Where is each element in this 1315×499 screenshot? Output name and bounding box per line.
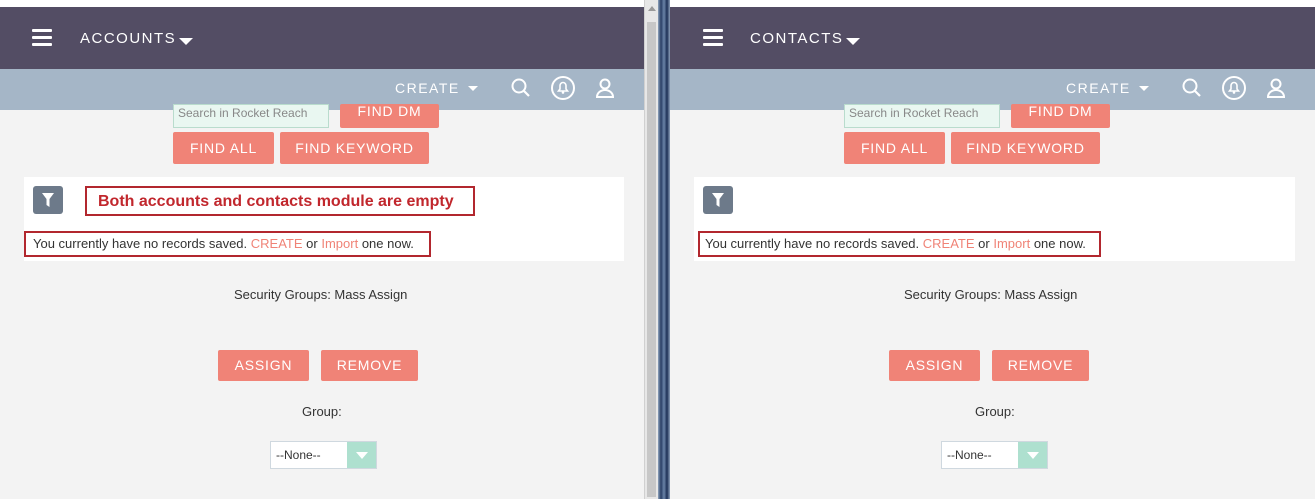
group-select-value: --None-- [276,448,321,462]
assign-label: ASSIGN [234,357,293,373]
chevron-down-icon [347,442,376,468]
notification-bell-icon[interactable] [549,74,577,102]
remove-button[interactable]: REMOVE [321,350,418,381]
find-all-button[interactable]: FIND ALL [173,132,274,164]
rocket-reach-search-input[interactable]: Search in Rocket Reach [844,104,1000,128]
create-label: CREATE [395,80,460,96]
caret-down-icon [846,38,861,45]
no-records-suffix: one now. [361,236,414,251]
hamburger-icon[interactable] [703,29,723,46]
find-dm-label: FIND DM [1028,103,1093,119]
notification-bell-icon[interactable] [1220,74,1248,102]
contacts-pane: CONTACTS CREATE Search in Rocket Reach F… [670,0,1315,499]
create-link[interactable]: CREATE [923,236,975,251]
no-records-or: or [306,236,318,251]
assign-button[interactable]: ASSIGN [889,350,980,381]
rocket-reach-search-input[interactable]: Search in Rocket Reach [173,104,329,128]
find-all-label: FIND ALL [189,140,258,156]
filter-button[interactable] [703,186,733,214]
remove-button[interactable]: REMOVE [992,350,1089,381]
module-menu[interactable]: ACCOUNTS [80,30,194,47]
find-keyword-label: FIND KEYWORD [295,140,414,156]
module-title: CONTACTS [750,30,844,47]
search-icon[interactable] [1181,77,1203,99]
assign-button[interactable]: ASSIGN [218,350,309,381]
find-all-label: FIND ALL [860,140,929,156]
caret-down-icon [1138,86,1149,91]
list-view-content: Search in Rocket Reach FIND DM FIND ALL … [0,104,644,499]
create-menu[interactable]: CREATE [395,80,478,96]
chevron-down-icon [1018,442,1047,468]
group-label: Group: [975,404,1015,419]
top-navigation-bar: CONTACTS [670,7,1315,69]
create-menu[interactable]: CREATE [1066,80,1149,96]
find-all-button[interactable]: FIND ALL [844,132,945,164]
create-label: CREATE [1066,80,1131,96]
rocket-reach-placeholder: Search in Rocket Reach [849,106,979,120]
find-keyword-button[interactable]: FIND KEYWORD [280,132,429,164]
find-dm-button[interactable]: FIND DM [1011,104,1110,128]
caret-down-icon [467,86,478,91]
create-link[interactable]: CREATE [251,236,303,251]
no-records-message: You currently have no records saved. CRE… [33,236,414,251]
window-top-strip [0,0,644,7]
assign-label: ASSIGN [905,357,964,373]
user-icon[interactable] [1265,77,1287,99]
security-groups-title: Security Groups: Mass Assign [904,287,1078,302]
vertical-scrollbar[interactable] [644,0,659,499]
accounts-pane: ACCOUNTS CREATE Search in Rocket Reach F… [0,0,644,499]
caret-down-icon [179,38,194,45]
import-link[interactable]: Import [321,236,358,251]
scrollbar-thumb[interactable] [647,22,656,497]
security-groups-title: Security Groups: Mass Assign [234,287,408,302]
no-records-prefix: You currently have no records saved. [33,236,248,251]
filter-button[interactable] [33,186,63,214]
list-card: Both accounts and contacts module are em… [24,177,624,261]
group-select[interactable]: --None-- [941,441,1048,469]
list-view-content: Search in Rocket Reach FIND DM FIND ALL … [670,104,1315,499]
scroll-up-icon[interactable] [648,6,656,11]
module-menu[interactable]: CONTACTS [750,30,861,47]
user-icon[interactable] [594,77,616,99]
hamburger-icon[interactable] [32,29,52,46]
no-records-suffix: one now. [1033,236,1086,251]
group-select[interactable]: --None-- [270,441,377,469]
no-records-prefix: You currently have no records saved. [705,236,920,251]
find-keyword-label: FIND KEYWORD [966,140,1085,156]
annotation-text: Both accounts and contacts module are em… [98,193,454,210]
module-title: ACCOUNTS [80,30,177,47]
find-dm-button[interactable]: FIND DM [340,104,439,128]
filter-icon [712,193,724,207]
group-select-value: --None-- [947,448,992,462]
group-label: Group: [302,404,342,419]
no-records-message: You currently have no records saved. CRE… [705,236,1086,251]
window-top-strip [670,0,1315,7]
remove-label: REMOVE [1007,357,1074,373]
find-keyword-button[interactable]: FIND KEYWORD [951,132,1100,164]
remove-label: REMOVE [336,357,403,373]
top-navigation-bar: ACCOUNTS [0,7,644,69]
find-dm-label: FIND DM [357,103,422,119]
list-card: You currently have no records saved. CRE… [694,177,1295,261]
rocket-reach-placeholder: Search in Rocket Reach [178,106,308,120]
search-icon[interactable] [510,77,532,99]
no-records-or: or [978,236,990,251]
import-link[interactable]: Import [993,236,1030,251]
window-divider [658,0,670,499]
filter-icon [42,193,54,207]
